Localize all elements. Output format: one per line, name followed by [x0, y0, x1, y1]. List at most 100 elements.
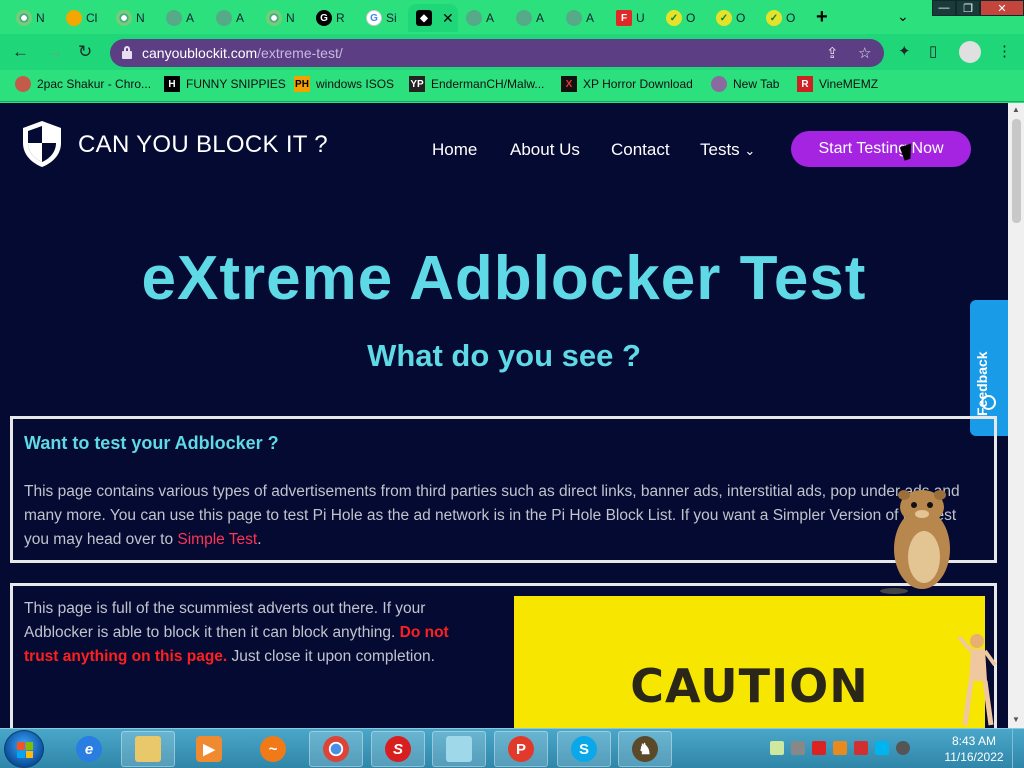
site-brand[interactable]: CAN YOU BLOCK IT ? — [78, 131, 328, 159]
extensions-icon[interactable]: ✦ — [898, 42, 911, 60]
tab-1[interactable]: N — [8, 4, 48, 32]
page-scrollbar[interactable]: ▲ ▼ — [1008, 103, 1024, 728]
tab-10[interactable]: A — [458, 4, 498, 32]
lock-icon[interactable] — [122, 46, 132, 59]
nav-contact[interactable]: Contact — [611, 140, 670, 160]
url-text[interactable]: canyoublockit.com/extreme-test/ — [142, 45, 343, 61]
bookmark-endermanch[interactable]: YP EndermanCH/Malw... — [409, 76, 544, 92]
tab-7[interactable]: GR — [308, 4, 348, 32]
close-window-icon[interactable]: ✕ — [980, 0, 1024, 16]
taskbar-puzzle[interactable]: P — [494, 731, 548, 767]
tab-6[interactable]: N — [258, 4, 298, 32]
tray-icon-2[interactable] — [791, 741, 805, 755]
start-button[interactable] — [4, 730, 44, 768]
taskbar-games[interactable]: ♞ — [618, 731, 672, 767]
feedback-icon — [981, 395, 996, 410]
taskbar-media-player[interactable]: ▶ — [182, 731, 236, 767]
yp-logo-icon: YP — [409, 76, 425, 92]
tab-11[interactable]: A — [508, 4, 548, 32]
page-subtitle: What do you see ? — [367, 338, 641, 373]
profile-avatar[interactable] — [959, 41, 981, 63]
tray-icon-1[interactable] — [770, 741, 784, 755]
tray-icon-5[interactable] — [854, 741, 868, 755]
nav-home[interactable]: Home — [432, 140, 477, 160]
system-clock[interactable]: 8:43 AM 11/16/2022 — [940, 733, 1008, 765]
taskbar-ucbrowser[interactable]: ~ — [246, 731, 300, 767]
scroll-down-icon[interactable]: ▼ — [1012, 715, 1020, 724]
tab-active[interactable]: ◆ ✕ — [408, 4, 458, 32]
ucbrowser-icon: ~ — [260, 736, 286, 762]
r-logo-icon: R — [797, 76, 813, 92]
chrome-icon — [266, 10, 282, 26]
notepad-icon — [446, 736, 472, 762]
shield-logo-icon[interactable] — [20, 119, 64, 169]
side-panel-icon[interactable]: ▯ — [929, 42, 937, 60]
tray-icon-4[interactable] — [833, 741, 847, 755]
windows-logo-icon — [17, 742, 33, 758]
hamster-ad-image[interactable] — [880, 487, 960, 595]
taskbar-skype[interactable]: S — [557, 731, 611, 767]
tray-icon-3[interactable] — [812, 741, 826, 755]
bookmark-funny-snippies[interactable]: H FUNNY SNIPPIES — [164, 76, 286, 92]
bookmark-2pac[interactable]: 2pac Shakur - Chro... — [15, 76, 151, 92]
taskbar-ie[interactable]: e — [62, 731, 116, 767]
menu-kebab-icon[interactable]: ⋮ — [997, 42, 1012, 60]
shield-icon: ◆ — [416, 10, 432, 26]
globe-icon — [166, 10, 182, 26]
back-arrow-icon[interactable]: ← — [12, 42, 29, 62]
chrome-icon — [116, 10, 132, 26]
simple-test-link[interactable]: Simple Test — [177, 531, 257, 548]
h-logo-icon: H — [164, 76, 180, 92]
tab-5[interactable]: A — [208, 4, 248, 32]
reload-icon[interactable]: ↻ — [78, 42, 92, 62]
start-testing-button[interactable]: Start Testing Now — [791, 131, 971, 167]
forward-arrow-icon[interactable]: → — [46, 42, 63, 62]
restore-icon[interactable]: ❐ — [956, 0, 980, 16]
chrome-icon — [323, 736, 349, 762]
close-tab-icon[interactable]: ✕ — [442, 10, 454, 27]
taskbar-chrome[interactable] — [309, 731, 363, 767]
intro-text: This page contains various types of adve… — [24, 483, 960, 548]
nav-tests[interactable]: Tests ⌄ — [700, 140, 755, 160]
tray-icon-6[interactable] — [875, 741, 889, 755]
share-icon[interactable]: ⇪ — [826, 44, 839, 62]
scroll-thumb[interactable] — [1012, 119, 1021, 223]
tab-strip: N Cl N A A N GR G Si ◆ ✕ A A A FU ✓ O ✓ O ✓ O… — [0, 0, 1024, 34]
dancer-ad-image[interactable] — [955, 631, 1001, 728]
tab-13[interactable]: FU — [608, 4, 648, 32]
games-icon: ♞ — [632, 736, 658, 762]
taskbar-notepad[interactable] — [432, 731, 486, 767]
bookmark-vinememz[interactable]: R VineMEMZ — [797, 76, 878, 92]
tab-3[interactable]: N — [108, 4, 148, 32]
tab-16[interactable]: ✓ O — [758, 4, 798, 32]
scroll-up-icon[interactable]: ▲ — [1012, 105, 1020, 114]
windows-taskbar: e ▶ ~ S P S ♞ 8:43 AM 11/16/2022 — [0, 728, 1024, 768]
taskbar-explorer[interactable] — [121, 731, 175, 767]
caution-banner[interactable]: CAUTION — [514, 596, 985, 728]
tab-15[interactable]: ✓ O — [708, 4, 748, 32]
nav-about-us[interactable]: About Us — [510, 140, 580, 160]
tab-8[interactable]: G Si — [358, 4, 398, 32]
bookmark-windows-isos[interactable]: PH windows ISOS — [294, 76, 394, 92]
show-desktop-button[interactable] — [1012, 729, 1024, 768]
star-icon[interactable]: ☆ — [858, 44, 871, 62]
chevron-down-icon[interactable]: ⌄ — [897, 8, 909, 25]
chatgpt-icon: G — [316, 10, 332, 26]
tab-14[interactable]: ✓ O — [658, 4, 698, 32]
tab-4[interactable]: A — [158, 4, 198, 32]
new-tab-icon[interactable]: + — [816, 6, 828, 29]
taskbar-s-app[interactable]: S — [371, 731, 425, 767]
volume-icon[interactable] — [896, 741, 910, 755]
explorer-icon — [135, 736, 161, 762]
tab-12[interactable]: A — [558, 4, 598, 32]
minimize-icon[interactable]: — — [932, 0, 956, 16]
bookmark-new-tab[interactable]: New Tab — [711, 76, 779, 92]
avatar-icon — [15, 76, 31, 92]
address-bar[interactable]: canyoublockit.com/extreme-test/ ⇪ ☆ — [110, 39, 884, 67]
browser-toolbar: ← → ↻ canyoublockit.com/extreme-test/ ⇪ … — [0, 34, 1024, 70]
tab-2[interactable]: Cl — [58, 4, 98, 32]
bookmark-xp-horror[interactable]: X XP Horror Download — [561, 76, 693, 92]
web-page: CAN YOU BLOCK IT ? Home About Us Contact… — [0, 103, 1008, 728]
check-icon: ✓ — [716, 10, 732, 26]
newtab-icon — [711, 76, 727, 92]
